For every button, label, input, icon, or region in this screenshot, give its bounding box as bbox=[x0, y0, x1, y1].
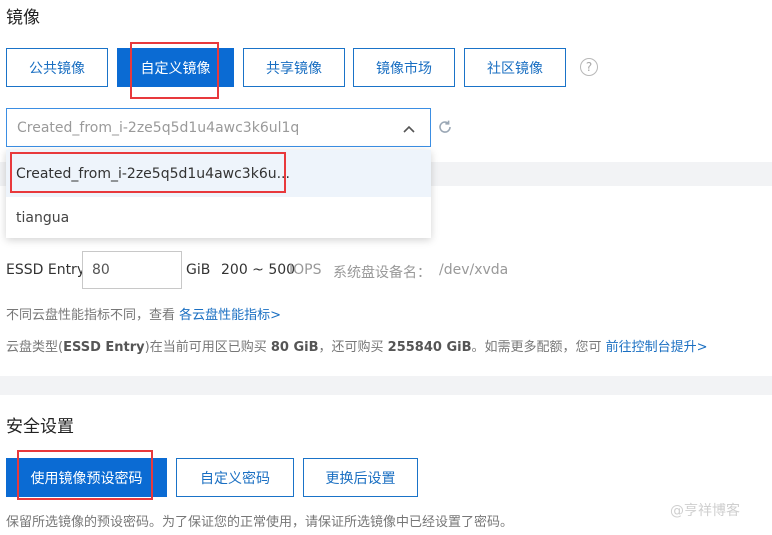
perf-note: 不同云盘性能指标不同，查看 各云盘性能指标> bbox=[6, 304, 281, 323]
image-select-value: Created_from_i-2ze5q5d1u4awc3k6ul1q bbox=[17, 119, 300, 136]
quota-prefix: 云盘类型( bbox=[6, 340, 64, 355]
dropdown-option-tiangua[interactable]: tiangua bbox=[6, 197, 431, 238]
quota-mid3: 。如需更多配额，您可 bbox=[471, 340, 606, 355]
security-note: 保留所选镜像的预设密码。为了保证您的正常使用，请保证所选镜像中已经设置了密码。 bbox=[6, 515, 514, 530]
section-divider-bottom bbox=[0, 376, 772, 395]
image-dropdown: Created_from_i-2ze5q5d1u4awc3k6u... tian… bbox=[6, 150, 431, 238]
dropdown-option-created-from[interactable]: Created_from_i-2ze5q5d1u4awc3k6u... bbox=[6, 150, 431, 197]
quota-note: 云盘类型(ESSD Entry)在当前可用区已购买 80 GiB，还可购买 25… bbox=[6, 336, 708, 355]
security-section-title: 安全设置 bbox=[6, 417, 74, 437]
perf-note-text: 不同云盘性能指标不同，查看 bbox=[6, 308, 176, 323]
disk-iops-range: 200 ~ 500 bbox=[221, 262, 296, 278]
quota-mid1: )在当前可用区已购买 bbox=[144, 340, 271, 355]
custom-password-button[interactable]: 自定义密码 bbox=[176, 458, 294, 497]
device-name-value: /dev/xvda bbox=[439, 262, 509, 278]
chevron-up-icon bbox=[402, 122, 416, 133]
tab-community-image[interactable]: 社区镜像 bbox=[464, 48, 566, 87]
quota-link[interactable]: 前往控制台提升> bbox=[606, 340, 708, 355]
device-name-label: 系统盘设备名： bbox=[333, 265, 431, 281]
set-later-button[interactable]: 更换后设置 bbox=[303, 458, 418, 497]
perf-link[interactable]: 各云盘性能指标> bbox=[179, 308, 281, 323]
disk-iops-unit: IOPS bbox=[289, 262, 322, 278]
disk-type-label: ESSD Entry bbox=[6, 262, 86, 278]
quota-remaining: 255840 GiB bbox=[387, 340, 472, 355]
help-icon[interactable]: ? bbox=[580, 58, 598, 76]
tab-public-image[interactable]: 公共镜像 bbox=[6, 48, 108, 87]
tab-custom-image[interactable]: 自定义镜像 bbox=[117, 48, 234, 87]
image-select[interactable]: Created_from_i-2ze5q5d1u4awc3k6ul1q bbox=[6, 108, 431, 147]
refresh-icon[interactable] bbox=[437, 119, 453, 135]
quota-bought: 80 GiB bbox=[270, 340, 319, 355]
image-section-title: 镜像 bbox=[6, 8, 40, 28]
watermark: @亨祥博客 bbox=[670, 503, 740, 519]
quota-type: ESSD Entry bbox=[63, 340, 145, 355]
use-image-password-button[interactable]: 使用镜像预设密码 bbox=[6, 458, 167, 497]
disk-size-unit: GiB bbox=[186, 262, 211, 278]
disk-size-input[interactable]: 80 bbox=[82, 251, 182, 289]
tab-image-market[interactable]: 镜像市场 bbox=[353, 48, 455, 87]
tab-shared-image[interactable]: 共享镜像 bbox=[243, 48, 345, 87]
quota-mid2: ，还可购买 bbox=[318, 340, 388, 355]
